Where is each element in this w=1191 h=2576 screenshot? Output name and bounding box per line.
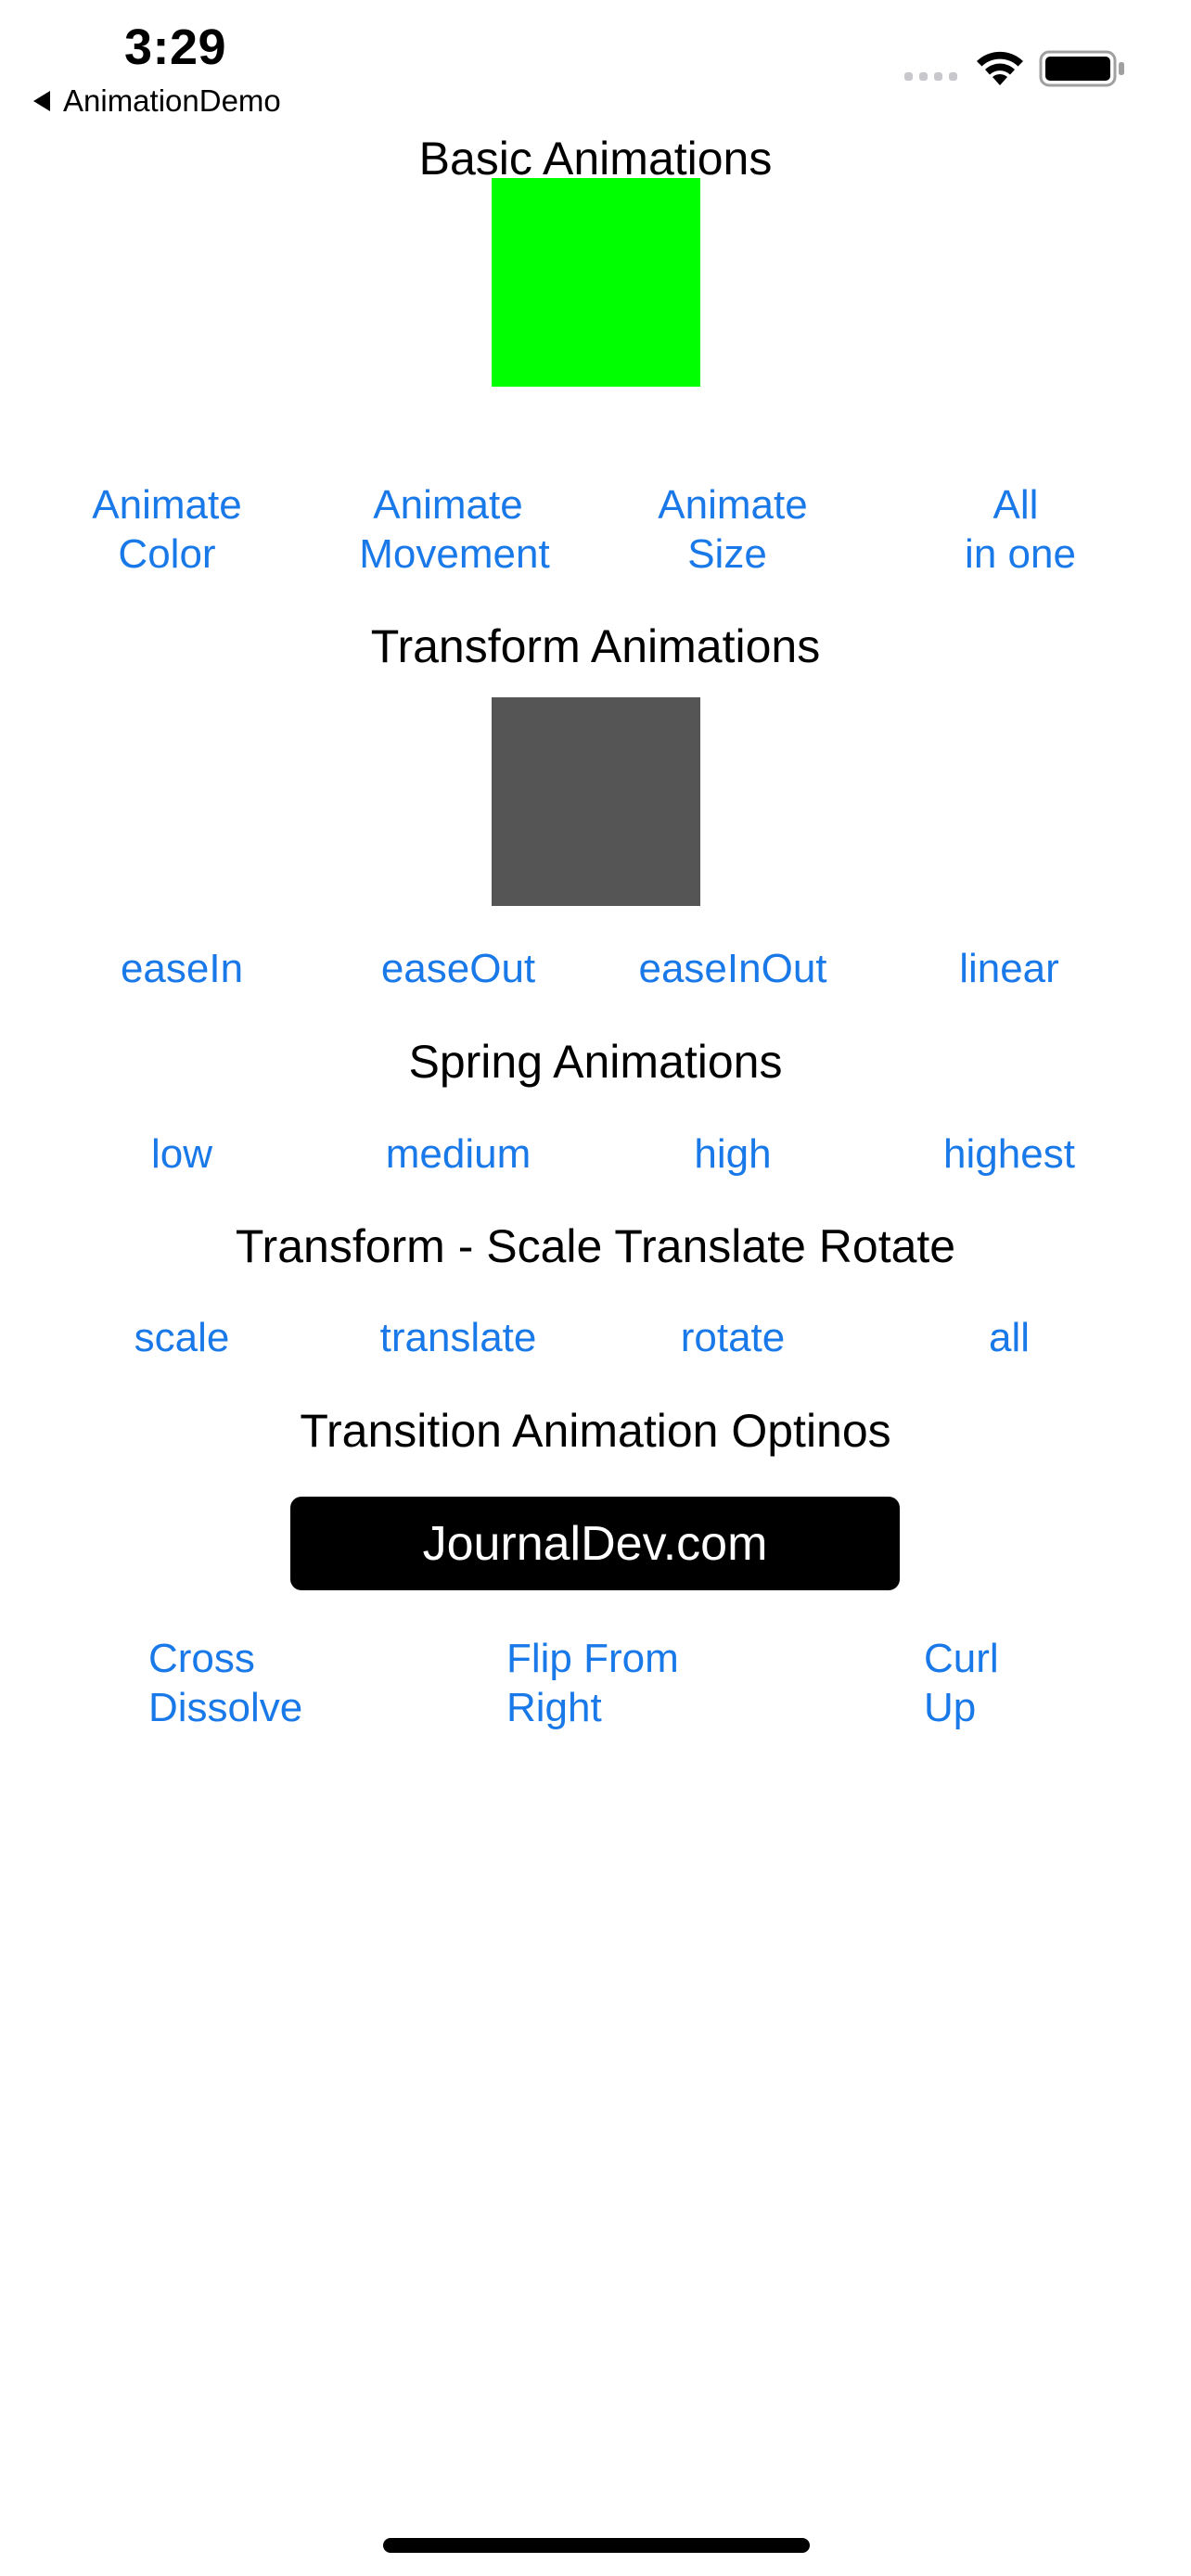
curl-up-button[interactable]: Curl Up bbox=[924, 1634, 1072, 1732]
spring-highest-button[interactable]: highest bbox=[916, 1129, 1102, 1179]
button-line: Dissolve bbox=[148, 1685, 303, 1730]
flip-from-right-button[interactable]: Flip From Right bbox=[506, 1634, 729, 1732]
ease-out-button[interactable]: easeOut bbox=[365, 944, 551, 993]
rotate-button[interactable]: rotate bbox=[640, 1313, 826, 1362]
button-line: Color bbox=[118, 531, 216, 577]
animate-movement-button[interactable]: Animate Movement bbox=[343, 480, 566, 579]
back-app-label: AnimationDemo bbox=[63, 83, 281, 118]
battery-icon bbox=[1039, 50, 1124, 87]
button-line: Curl bbox=[924, 1636, 999, 1681]
basic-animation-box bbox=[492, 178, 700, 387]
button-line: in one bbox=[965, 531, 1076, 577]
animate-color-button[interactable]: Animate Color bbox=[74, 480, 260, 579]
button-line: Animate bbox=[658, 482, 808, 528]
transform-animations-title: Transform Animations bbox=[370, 620, 821, 672]
spring-high-button[interactable]: high bbox=[640, 1129, 826, 1179]
cross-dissolve-button[interactable]: Cross Dissolve bbox=[148, 1634, 352, 1732]
all-transforms-button[interactable]: all bbox=[916, 1313, 1102, 1362]
all-in-one-button[interactable]: All in one bbox=[928, 480, 1113, 579]
button-line: Movement bbox=[359, 531, 550, 577]
spring-medium-button[interactable]: medium bbox=[365, 1129, 551, 1179]
button-line: Up bbox=[924, 1685, 977, 1730]
button-line: All bbox=[992, 482, 1039, 528]
transform-animation-box bbox=[492, 697, 700, 906]
scale-button[interactable]: scale bbox=[89, 1313, 275, 1362]
spring-animations-title: Spring Animations bbox=[408, 1036, 783, 1088]
button-line: Size bbox=[687, 531, 767, 577]
button-line: Flip From bbox=[506, 1636, 679, 1681]
scale-translate-rotate-title: Transform - Scale Translate Rotate bbox=[235, 1220, 956, 1272]
transition-options-title: Transition Animation Optinos bbox=[300, 1405, 891, 1457]
spring-low-button[interactable]: low bbox=[89, 1129, 275, 1179]
animate-size-button[interactable]: Animate Size bbox=[640, 480, 826, 579]
button-line: Animate bbox=[92, 482, 242, 528]
translate-button[interactable]: translate bbox=[365, 1313, 551, 1362]
button-line: Animate bbox=[373, 482, 523, 528]
button-line: Right bbox=[506, 1685, 602, 1730]
back-arrow-icon bbox=[33, 91, 50, 111]
cellular-signal-icon bbox=[904, 72, 957, 81]
button-line: Cross bbox=[148, 1636, 255, 1681]
wifi-icon bbox=[977, 51, 1023, 85]
back-to-app-button[interactable]: AnimationDemo bbox=[33, 83, 281, 119]
journaldev-label-box: JournalDev.com bbox=[290, 1497, 900, 1590]
home-indicator[interactable] bbox=[383, 2538, 810, 2553]
ease-in-button[interactable]: easeIn bbox=[89, 944, 275, 993]
linear-button[interactable]: linear bbox=[916, 944, 1102, 993]
ease-in-out-button[interactable]: easeInOut bbox=[631, 944, 835, 993]
status-time: 3:29 bbox=[124, 19, 227, 75]
